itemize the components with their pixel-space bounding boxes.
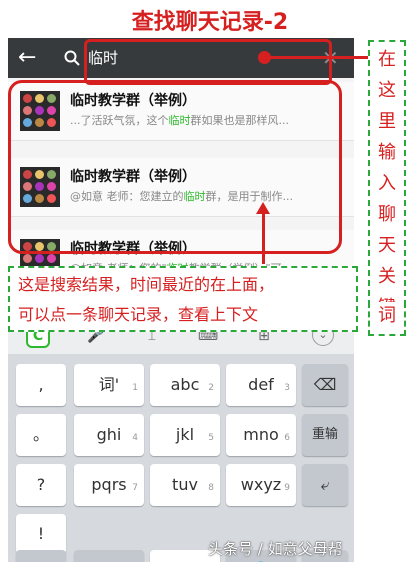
pointer-line — [264, 56, 368, 59]
up-arrow-line — [262, 210, 265, 264]
pointer-dot — [258, 51, 271, 64]
bottom-annotation: 这是搜索结果，时间最近的在上面， 可以点一条聊天记录，查看上下文 — [8, 266, 358, 332]
key-2[interactable]: abc 2 — [150, 364, 220, 406]
symbol-button[interactable]: 符 — [16, 550, 66, 562]
backspace-icon[interactable]: ⌫ — [302, 364, 348, 406]
watermark: 头条号 / 如意父母帮 — [208, 540, 343, 558]
key-period[interactable]: 。 — [16, 414, 66, 456]
search-highlight-outline — [84, 39, 332, 85]
newline-icon[interactable]: ⤶ — [302, 464, 348, 506]
key-4[interactable]: ghi 4 — [74, 414, 144, 456]
results-highlight-outline — [8, 80, 342, 254]
side-annotation-tail: 词 — [368, 302, 406, 336]
key-comma[interactable]: , — [16, 364, 66, 406]
keyboard: C 🎤 ⌶ ⌨ ⊞ ⌄ , 词' 1 abc 2 def 3 ⌫ 。 ghi 4 jkl… — [8, 318, 354, 562]
key-exclamation[interactable]: ! — [16, 514, 66, 554]
key-question[interactable]: ? — [16, 464, 66, 506]
up-arrow-tip-icon — [256, 202, 270, 214]
key-9[interactable]: wxyz 9 — [226, 464, 296, 506]
key-5[interactable]: jkl 5 — [150, 414, 220, 456]
back-arrow-icon[interactable]: ← — [18, 45, 36, 71]
key-3[interactable]: def 3 — [226, 364, 296, 406]
key-1[interactable]: 词' 1 — [74, 364, 144, 406]
key-8[interactable]: tuv 8 — [150, 464, 220, 506]
key-7[interactable]: pqrs 7 — [74, 464, 144, 506]
page-title: 查找聊天记录-2 — [131, 10, 289, 35]
number-button[interactable]: 123 — [74, 550, 144, 562]
key-6[interactable]: mno 6 — [226, 414, 296, 456]
reenter-button[interactable]: 重输 — [302, 414, 348, 456]
side-annotation: 在这里输入聊天关键 — [368, 40, 406, 318]
search-icon — [64, 50, 80, 66]
